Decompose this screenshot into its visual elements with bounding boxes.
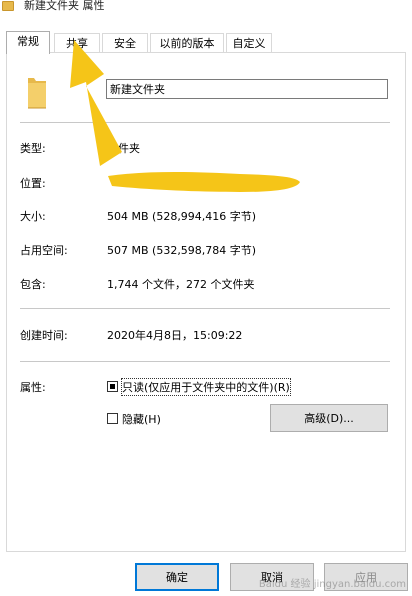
ok-button[interactable]: 确定 [135,563,219,591]
type-label: 类型: [20,142,46,155]
tab-previous-versions[interactable]: 以前的版本 [150,33,224,52]
tab-sharing[interactable]: 共享 [54,33,100,52]
created-value: 2020年4月8日，15:09:22 [107,329,243,342]
attributes-label: 属性: [20,381,46,394]
separator [20,122,390,123]
folder-icon [2,1,14,11]
advanced-button[interactable]: 高级(D)... [270,404,388,432]
title-bar: 新建文件夹 属性 [0,0,412,14]
location-label: 位置: [20,177,46,190]
folder-name-input[interactable] [106,79,388,99]
separator [20,308,390,309]
folder-icon [28,78,46,109]
tab-bar: 常规 共享 安全 以前的版本 自定义 [6,31,406,54]
type-value: 文件夹 [107,142,140,155]
disk-size-label: 占用空间: [20,244,68,257]
created-label: 创建时间: [20,329,68,342]
contains-value: 1,744 个文件，272 个文件夹 [107,278,255,291]
size-label: 大小: [20,210,46,223]
window-title: 新建文件夹 属性 [24,0,105,12]
tab-customize[interactable]: 自定义 [226,33,272,52]
disk-size-value: 507 MB (532,598,784 字节) [107,244,257,257]
hidden-label[interactable]: 隐藏(H) [122,411,161,427]
tab-security[interactable]: 安全 [102,33,148,52]
size-value: 504 MB (528,994,416 字节) [107,210,257,223]
hidden-checkbox[interactable] [107,413,118,424]
general-panel [6,53,406,552]
tab-general[interactable]: 常规 [6,31,50,54]
readonly-checkbox[interactable] [107,381,118,392]
contains-label: 包含: [20,278,46,291]
watermark: Baidu 经验 jingyan.baidu.com [258,579,406,590]
separator [20,361,390,362]
readonly-label[interactable]: 只读(仅应用于文件夹中的文件)(R) [121,378,291,396]
